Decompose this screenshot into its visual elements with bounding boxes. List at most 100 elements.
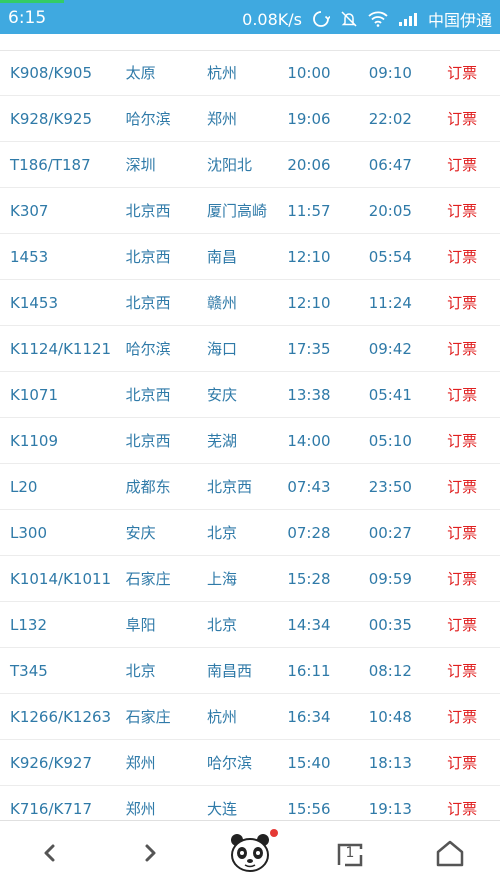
train-number: L300 <box>10 523 47 542</box>
to-station: 赣州 <box>206 294 237 312</box>
depart-time: 19:06 <box>287 109 331 128</box>
home-button[interactable] <box>400 821 500 889</box>
arrive-time: 08:12 <box>368 661 412 680</box>
table-row[interactable]: K1071 北京西 安庆 13:38 05:41 订票 <box>0 372 500 418</box>
table-row[interactable]: K908/K905 太原 杭州 10:00 09:10 订票 <box>0 50 500 96</box>
bottom-nav-bar: 1 <box>0 820 500 889</box>
arrive-time: 10:48 <box>368 707 412 726</box>
table-row[interactable]: K1014/K1011 石家庄 上海 15:28 09:59 订票 <box>0 556 500 602</box>
depart-time: 07:43 <box>287 477 331 496</box>
to-station: 北京 <box>206 616 237 634</box>
table-row[interactable]: 1453 北京西 南昌 12:10 05:54 订票 <box>0 234 500 280</box>
to-station: 大连 <box>206 800 237 818</box>
train-number: K1109 <box>10 431 59 450</box>
forward-button[interactable] <box>100 821 200 889</box>
arrive-time: 06:47 <box>368 155 412 174</box>
to-station: 安庆 <box>206 386 237 404</box>
arrive-time: 11:24 <box>368 293 412 312</box>
table-row[interactable]: T345 北京 南昌西 16:11 08:12 订票 <box>0 648 500 694</box>
status-right: 0.08K/s 中国伊通 <box>242 7 492 31</box>
depart-time: 20:06 <box>287 155 331 174</box>
train-number: K1124/K1121 <box>10 339 112 358</box>
signal-icon <box>398 12 418 26</box>
to-station: 南昌西 <box>206 662 252 680</box>
depart-time: 11:57 <box>287 201 331 220</box>
table-row[interactable]: K928/K925 哈尔滨 郑州 19:06 22:02 订票 <box>0 96 500 142</box>
train-number: L132 <box>10 615 47 634</box>
train-number: K926/K927 <box>10 753 92 772</box>
table-row[interactable]: K716/K717 郑州 大连 15:56 19:13 订票 <box>0 786 500 820</box>
network-speed: 0.08K/s <box>242 9 302 29</box>
book-ticket-button[interactable]: 订票 <box>447 660 500 681</box>
from-station: 郑州 <box>125 754 156 772</box>
to-station: 芜湖 <box>206 432 237 450</box>
table-row[interactable]: K1124/K1121 哈尔滨 海口 17:35 09:42 订票 <box>0 326 500 372</box>
book-ticket-button[interactable]: 订票 <box>447 798 500 819</box>
from-station: 郑州 <box>125 800 156 818</box>
depart-time: 15:40 <box>287 753 331 772</box>
book-ticket-button[interactable]: 订票 <box>447 752 500 773</box>
to-station: 厦门高崎 <box>206 202 267 220</box>
book-ticket-button[interactable]: 订票 <box>447 706 500 727</box>
table-row[interactable]: K926/K927 郑州 哈尔滨 15:40 18:13 订票 <box>0 740 500 786</box>
table-row[interactable]: L20 成都东 北京西 07:43 23:50 订票 <box>0 464 500 510</box>
book-ticket-button[interactable]: 订票 <box>447 384 500 405</box>
sync-icon <box>312 10 330 28</box>
to-station: 郑州 <box>206 110 237 128</box>
book-ticket-button[interactable]: 订票 <box>447 476 500 497</box>
depart-time: 17:35 <box>287 339 331 358</box>
book-ticket-button[interactable]: 订票 <box>447 568 500 589</box>
forward-icon <box>138 841 162 869</box>
train-number: K1014/K1011 <box>10 569 112 588</box>
arrive-time: 18:13 <box>368 753 412 772</box>
from-station: 安庆 <box>125 524 156 542</box>
to-station: 海口 <box>206 340 237 358</box>
book-ticket-button[interactable]: 订票 <box>447 108 500 129</box>
from-station: 石家庄 <box>125 708 171 726</box>
arrive-time: 00:35 <box>368 615 412 634</box>
train-number: T186/T187 <box>10 155 91 174</box>
from-station: 哈尔滨 <box>125 110 171 128</box>
book-ticket-button[interactable]: 订票 <box>447 246 500 267</box>
depart-time: 15:28 <box>287 569 331 588</box>
book-ticket-button[interactable]: 订票 <box>447 154 500 175</box>
train-number: 1453 <box>10 247 49 266</box>
arrive-time: 20:05 <box>368 201 412 220</box>
book-ticket-button[interactable]: 订票 <box>447 62 500 83</box>
train-number: K908/K905 <box>10 63 92 82</box>
to-station: 北京 <box>206 524 237 542</box>
depart-time: 14:34 <box>287 615 331 634</box>
train-number: L20 <box>10 477 38 496</box>
table-row[interactable]: K1109 北京西 芜湖 14:00 05:10 订票 <box>0 418 500 464</box>
from-station: 太原 <box>125 64 156 82</box>
table-row[interactable]: L132 阜阳 北京 14:34 00:35 订票 <box>0 602 500 648</box>
table-row[interactable]: K307 北京西 厦门高崎 11:57 20:05 订票 <box>0 188 500 234</box>
depart-time: 14:00 <box>287 431 331 450</box>
book-ticket-button[interactable]: 订票 <box>447 430 500 451</box>
tabs-button[interactable]: 1 <box>300 821 400 889</box>
table-row[interactable]: K1453 北京西 赣州 12:10 11:24 订票 <box>0 280 500 326</box>
wifi-icon <box>368 11 388 27</box>
mute-bell-icon <box>340 10 358 28</box>
panda-icon <box>227 830 273 880</box>
arrive-time: 09:10 <box>368 63 412 82</box>
from-station: 石家庄 <box>125 570 171 588</box>
panda-menu-button[interactable] <box>200 821 300 889</box>
train-list[interactable]: K908/K905 太原 杭州 10:00 09:10 订票 K928/K925 哈尔滨 郑州 1… <box>0 50 500 820</box>
table-row[interactable]: L300 安庆 北京 07:28 00:27 订票 <box>0 510 500 556</box>
table-row[interactable]: K1266/K1263 石家庄 杭州 16:34 10:48 订票 <box>0 694 500 740</box>
table-row[interactable]: T186/T187 深圳 沈阳北 20:06 06:47 订票 <box>0 142 500 188</box>
tab-count: 1 <box>345 845 355 861</box>
train-number: K1453 <box>10 293 59 312</box>
book-ticket-button[interactable]: 订票 <box>447 200 500 221</box>
book-ticket-button[interactable]: 订票 <box>447 338 500 359</box>
train-number: K1071 <box>10 385 59 404</box>
book-ticket-button[interactable]: 订票 <box>447 292 500 313</box>
depart-time: 07:28 <box>287 523 331 542</box>
arrive-time: 05:10 <box>368 431 412 450</box>
book-ticket-button[interactable]: 订票 <box>447 614 500 635</box>
book-ticket-button[interactable]: 订票 <box>447 522 500 543</box>
depart-time: 12:10 <box>287 247 331 266</box>
back-button[interactable] <box>0 821 100 889</box>
depart-time: 16:34 <box>287 707 331 726</box>
